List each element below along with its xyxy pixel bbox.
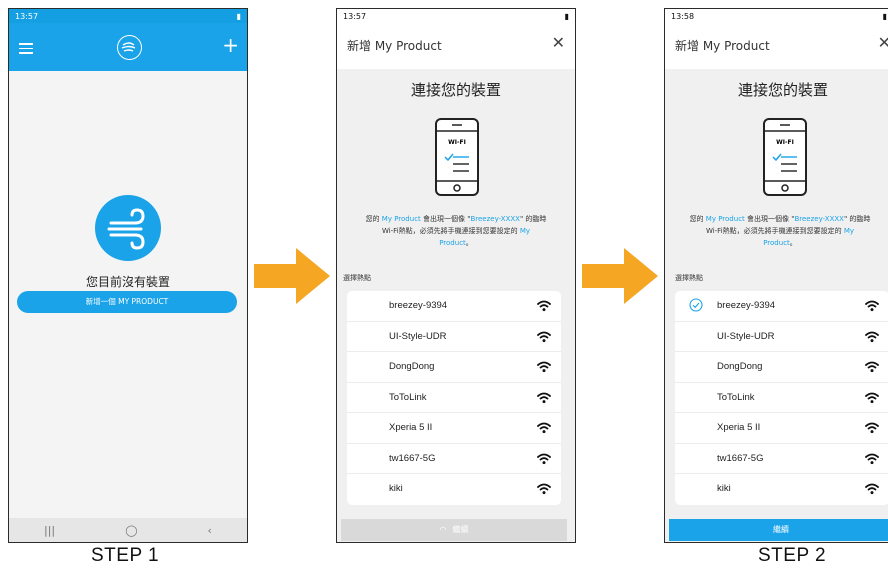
wifi-signal-icon: [537, 361, 551, 373]
wind-logo-icon: [95, 195, 161, 261]
recents-icon[interactable]: |||: [44, 524, 55, 537]
instructions-text: 您的 My Product 會出現一個像 "Breezey-XXXX" 的臨時 …: [365, 215, 547, 247]
close-icon[interactable]: ✕: [878, 33, 888, 52]
hotspot-row[interactable]: ToToLink: [675, 383, 888, 413]
wifi-signal-icon: [865, 422, 879, 434]
hotspot-row[interactable]: DongDong: [675, 352, 888, 383]
dialog-title: 新增 My Product: [675, 39, 770, 53]
dialog-header: 新增 My Product ✕: [337, 23, 575, 69]
dialog-body: 連接您的裝置 WI-FI 您的 My Product 會出現一個像 "Breez…: [665, 69, 888, 542]
step-1-label: STEP 1: [91, 545, 160, 566]
hotspot-name: tw1667-5G: [717, 452, 764, 464]
wifi-art-label: WI-FI: [776, 139, 794, 146]
phone-wifi-illustration-icon: WI-FI: [763, 118, 807, 196]
hotspot-name: UI-Style-UDR: [389, 330, 447, 342]
step-2-label: STEP 2: [758, 545, 827, 566]
hotspot-name: breezey-9394: [717, 300, 776, 311]
phone-wifi-illustration-icon: WI-FI: [435, 118, 479, 196]
arrow-right-icon: [582, 248, 658, 304]
hotspot-row[interactable]: UI-Style-UDR: [347, 322, 561, 352]
wifi-art-label: WI-FI: [448, 139, 466, 146]
hotspot-row[interactable]: tw1667-5G: [347, 444, 561, 474]
wifi-signal-icon: [865, 453, 879, 464]
hotspot-row[interactable]: tw1667-5G: [675, 444, 888, 474]
home-icon[interactable]: ◯: [125, 524, 137, 537]
wifi-signal-icon: [537, 331, 551, 342]
continue-button[interactable]: 繼續: [669, 519, 888, 541]
wifi-signal-icon: [537, 453, 551, 464]
connect-title: 連接您的裝置: [410, 81, 501, 99]
system-nav-bar: ||| ◯ ‹: [9, 518, 247, 542]
hotspot-row[interactable]: breezey-9394: [347, 291, 561, 322]
hotspot-list: breezey-9394 UI-Style-UDR DongDong ToToLink…: [347, 291, 561, 505]
wifi-signal-icon: [537, 300, 551, 312]
status-bar: 13:57 ▮: [337, 9, 575, 23]
hotspot-name: DongDong: [717, 361, 763, 372]
wifi-signal-icon: [537, 392, 551, 403]
wifi-signal-icon: [865, 361, 879, 373]
continue-button[interactable]: ◠ 繼續: [341, 519, 567, 541]
hotspot-row[interactable]: Xperia 5 II: [675, 413, 888, 444]
signal-icon: ▮: [882, 11, 887, 21]
wifi-signal-icon: [865, 392, 879, 403]
empty-state-text: 您目前沒有裝置: [85, 275, 170, 289]
wifi-signal-icon: [865, 483, 879, 495]
dialog-body: 連接您的裝置 WI-FI 您的 My Product 會出現一個像 "Breez…: [337, 69, 575, 542]
hotspot-name: ToToLink: [389, 391, 427, 403]
status-time: 13:57: [15, 11, 39, 21]
dialog-header: 新增 My Product ✕: [665, 23, 888, 69]
hotspot-row[interactable]: DongDong: [347, 352, 561, 383]
hotspot-section-label: 選擇熱點: [675, 274, 703, 282]
hotspot-row[interactable]: kiki: [347, 474, 561, 505]
hotspot-row[interactable]: kiki: [675, 474, 888, 505]
status-bar: 13:58 ▮: [665, 9, 888, 23]
wifi-signal-icon: [537, 422, 551, 434]
close-icon[interactable]: ✕: [552, 33, 565, 52]
status-icons: ▮: [237, 12, 241, 21]
hotspot-row[interactable]: Xperia 5 II: [347, 413, 561, 444]
add-product-button[interactable]: 新增一個 MY PRODUCT: [17, 291, 237, 313]
hotspot-name: Xperia 5 II: [717, 422, 761, 433]
hotspot-name: ToToLink: [717, 391, 755, 403]
step3-phone-screen: 13:58 ▮ 新增 My Product ✕ 連接您的裝置 WI-FI 您的 …: [664, 8, 888, 543]
arrow-right-icon: [254, 248, 330, 304]
hotspot-name: tw1667-5G: [389, 452, 436, 464]
hotspot-row[interactable]: ToToLink: [347, 383, 561, 413]
hotspot-name: Xperia 5 II: [389, 422, 433, 433]
hotspot-section-label: 選擇熱點: [343, 274, 371, 282]
wifi-signal-icon: [537, 483, 551, 495]
wifi-signal-icon: [865, 300, 879, 312]
signal-icon: ▮: [236, 11, 241, 21]
status-icons: ▮: [883, 12, 887, 21]
app-bar: +: [9, 23, 247, 71]
hotspot-name: kiki: [389, 483, 403, 494]
hotspot-name: UI-Style-UDR: [717, 330, 775, 342]
step2-phone-screen: 13:57 ▮ 新增 My Product ✕ 連接您的裝置 WI-FI 您的 …: [336, 8, 576, 543]
add-icon[interactable]: +: [222, 35, 239, 55]
signal-icon: ▮: [564, 11, 569, 21]
status-bar: 13:57 ▮: [9, 9, 247, 23]
hotspot-row[interactable]: UI-Style-UDR: [675, 322, 888, 352]
hotspot-name: DongDong: [389, 361, 435, 372]
dialog-title: 新增 My Product: [347, 39, 442, 53]
menu-icon[interactable]: [19, 43, 33, 54]
hotspot-name: breezey-9394: [389, 300, 448, 311]
selected-check-icon: [689, 298, 703, 312]
status-time: 13:57: [343, 11, 367, 21]
status-icons: ▮: [565, 12, 569, 21]
hotspot-name: kiki: [717, 483, 731, 494]
hotspot-list: breezey-9394 UI-Style-UDR DongDong ToToLink…: [675, 291, 888, 505]
hotspot-row[interactable]: breezey-9394: [675, 291, 888, 322]
status-time: 13:58: [671, 11, 695, 21]
instructions-text: 您的 My Product 會出現一個像 "Breezey-XXXX" 的臨時 …: [689, 215, 871, 247]
back-icon[interactable]: ‹: [208, 524, 212, 537]
wifi-signal-icon: [865, 331, 879, 342]
app-logo-icon: [117, 35, 142, 60]
step1-phone-screen: 13:57 ▮ + 您目前沒有裝置 新增一個 MY PRODUCT ||| ◯ …: [8, 8, 248, 543]
connect-title: 連接您的裝置: [737, 81, 828, 99]
